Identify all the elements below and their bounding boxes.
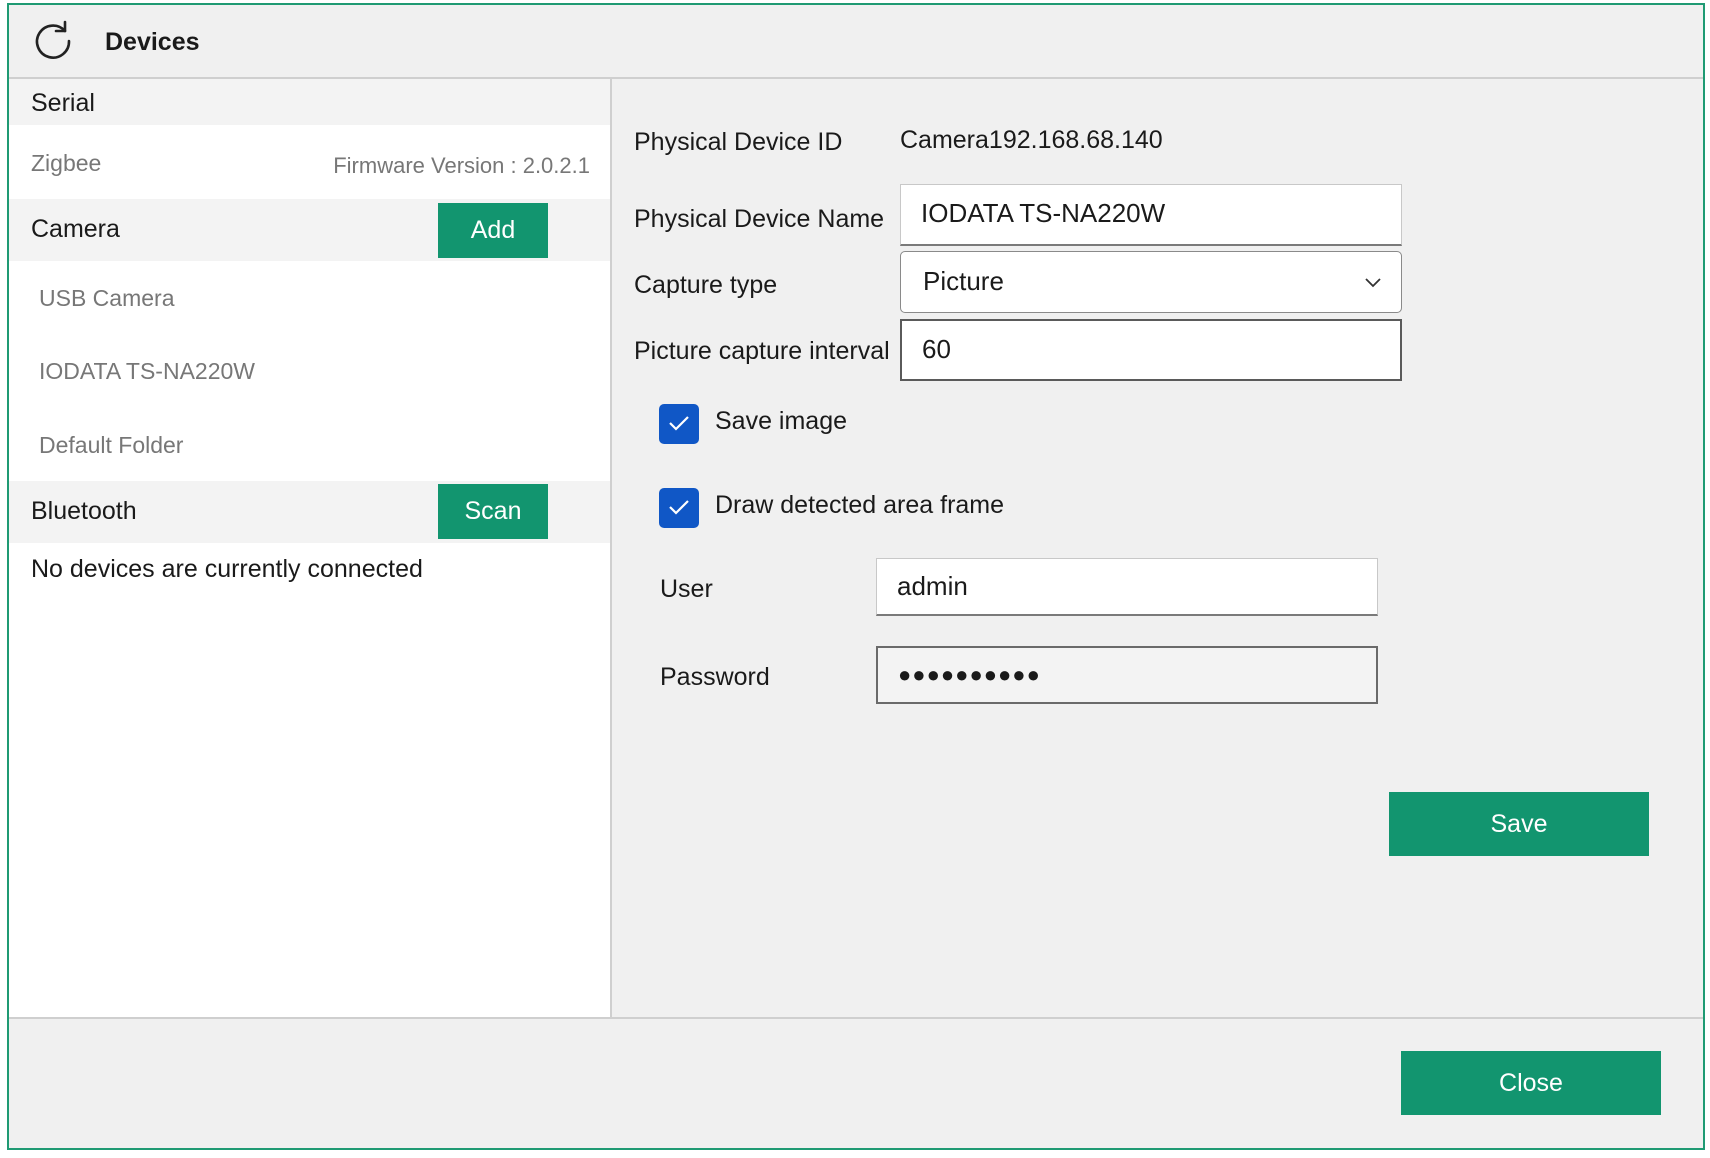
device-id-value: Camera192.168.68.140 xyxy=(900,126,1163,154)
refresh-icon[interactable] xyxy=(31,19,75,63)
user-input[interactable]: admin xyxy=(876,558,1378,616)
devices-dialog: Devices Serial Zigbee Firmware Version :… xyxy=(7,3,1705,1150)
serial-header-label: Serial xyxy=(31,89,95,117)
dialog-footer: Close xyxy=(9,1017,1703,1148)
device-id-label: Physical Device ID xyxy=(634,128,843,156)
draw-frame-label: Draw detected area frame xyxy=(715,491,1005,519)
capture-type-select[interactable]: Picture xyxy=(900,251,1402,313)
default-folder-label: Default Folder xyxy=(39,432,184,458)
device-settings-pane: Physical Device ID Camera192.168.68.140 … xyxy=(612,79,1703,1017)
zigbee-label: Zigbee xyxy=(31,150,102,176)
draw-frame-checkbox[interactable] xyxy=(659,488,699,528)
interval-input[interactable]: 60 xyxy=(900,319,1402,381)
chevron-down-icon xyxy=(1365,278,1381,288)
list-item-iodata-camera[interactable]: IODATA TS-NA220W xyxy=(9,337,610,407)
serial-section-header: Serial xyxy=(9,79,610,125)
usb-camera-label: USB Camera xyxy=(39,285,175,311)
add-camera-button[interactable]: Add xyxy=(438,203,548,258)
save-image-label: Save image xyxy=(715,407,848,435)
iodata-camera-label: IODATA TS-NA220W xyxy=(39,358,255,384)
device-list-pane: Serial Zigbee Firmware Version : 2.0.2.1… xyxy=(9,79,612,1017)
no-devices-message: No devices are currently connected xyxy=(31,555,423,583)
bluetooth-header-label: Bluetooth xyxy=(31,497,137,525)
dialog-title: Devices xyxy=(105,28,200,56)
firmware-version: Firmware Version : 2.0.2.1 xyxy=(333,153,590,178)
title-bar: Devices xyxy=(9,5,1703,79)
save-button[interactable]: Save xyxy=(1389,792,1649,856)
interval-label: Picture capture interval xyxy=(634,337,890,365)
user-label: User xyxy=(660,575,713,603)
device-name-input[interactable]: IODATA TS-NA220W xyxy=(900,184,1402,246)
scan-bluetooth-button[interactable]: Scan xyxy=(438,484,548,539)
capture-type-value: Picture xyxy=(923,266,1004,296)
capture-type-label: Capture type xyxy=(634,271,778,299)
checkmark-icon xyxy=(669,500,689,515)
save-image-checkbox[interactable] xyxy=(659,404,699,444)
close-button[interactable]: Close xyxy=(1401,1051,1661,1115)
list-item-usb-camera[interactable]: USB Camera xyxy=(9,264,610,334)
password-label: Password xyxy=(660,663,770,691)
checkmark-icon xyxy=(669,416,689,431)
device-name-label: Physical Device Name xyxy=(634,205,885,233)
password-input[interactable]: ●●●●●●●●●● xyxy=(876,646,1378,704)
list-item-default-folder[interactable]: Default Folder xyxy=(9,411,610,481)
camera-header-label: Camera xyxy=(31,215,120,243)
list-item-zigbee[interactable]: Zigbee Firmware Version : 2.0.2.1 xyxy=(9,129,610,199)
